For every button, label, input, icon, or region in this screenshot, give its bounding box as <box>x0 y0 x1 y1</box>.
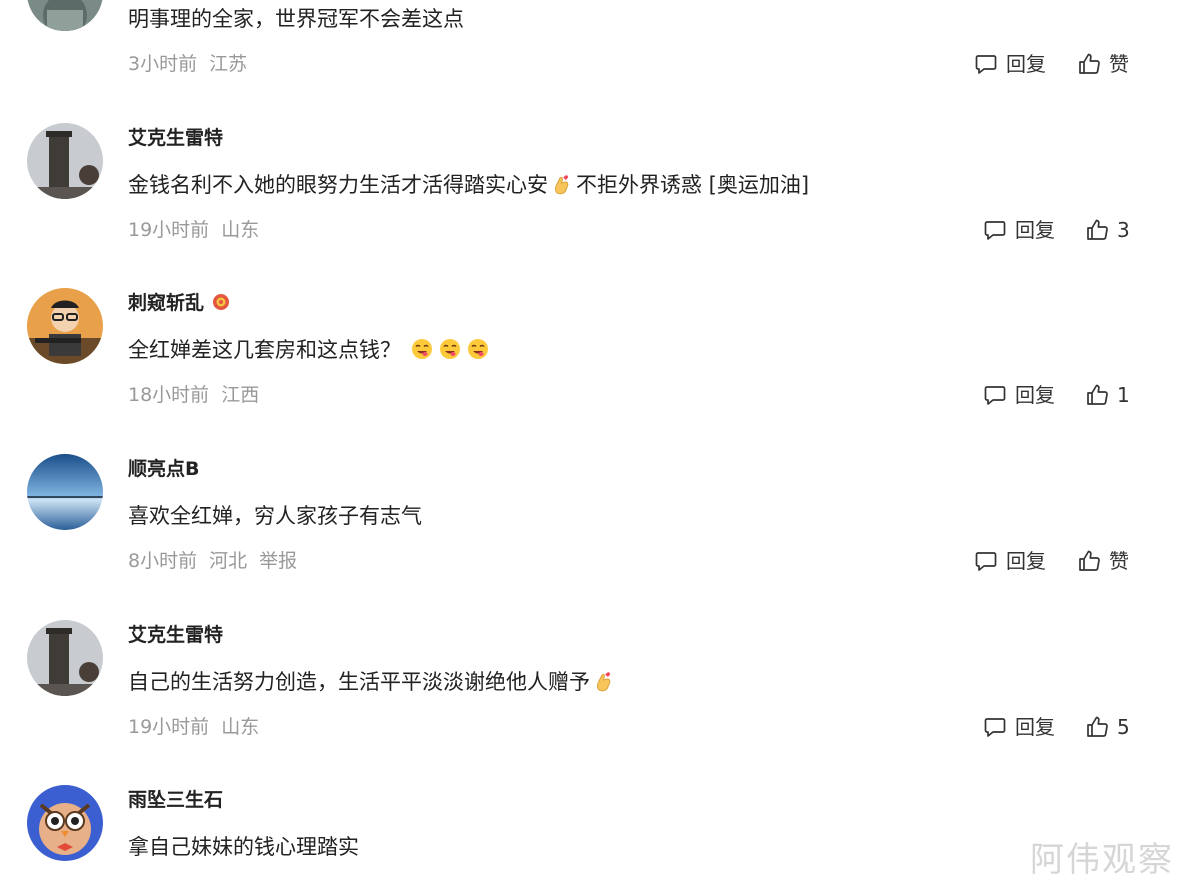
yummy-face-emoji <box>411 339 432 359</box>
like-count: 5 <box>1117 715 1130 739</box>
like-count: 3 <box>1117 218 1130 242</box>
comment-location: 江苏 <box>209 53 248 75</box>
thumbs-up-icon <box>1087 716 1108 737</box>
comment-list: 明事理的全家，世界冠军不会差这点 3小时前 江苏 回复 赞 艾克生雷特 金钱名利不… <box>0 0 1200 879</box>
reply-label: 回复 <box>1015 383 1055 407</box>
comment-text: 明事理的全家，世界冠军不会差这点 <box>128 7 464 31</box>
reply-label: 回复 <box>1015 715 1055 739</box>
comment-text: 金钱名利不入她的眼努力生活才活得踏实心安 不拒外界诱惑 [奥运加油] <box>128 170 809 200</box>
comment-location: 山东 <box>221 716 260 738</box>
watermark: 阿伟观察 <box>1030 840 1174 879</box>
comment-time: 19小时前 <box>128 716 210 738</box>
comment-time: 8小时前 <box>128 550 198 572</box>
comment-bubble-icon <box>984 386 1006 405</box>
finger-heart-emoji <box>555 175 569 195</box>
reply-label: 回复 <box>1015 218 1055 242</box>
username[interactable]: 刺窥斩乱 <box>128 290 230 316</box>
like-button[interactable]: 赞 <box>1077 51 1129 77</box>
comment-text-part: 不拒外界诱惑 [奥运加油] <box>576 173 810 197</box>
yummy-face-emoji <box>467 339 488 359</box>
comment-text-part: 全红婵差这几套房和这点钱？ <box>128 338 401 362</box>
comment-text: 喜欢全红婵，穷人家孩子有志气 <box>128 504 422 528</box>
comment-meta: 19小时前 山东 <box>128 217 271 243</box>
avatar[interactable] <box>27 454 103 530</box>
comment-meta: 19小时前 山东 <box>128 714 271 740</box>
like-button[interactable]: 赞 <box>1077 548 1129 574</box>
comment-location: 河北 <box>209 550 248 572</box>
reply-label: 回复 <box>1006 52 1046 76</box>
like-button[interactable]: 1 <box>1085 382 1130 408</box>
thumbs-up-icon <box>1087 219 1108 240</box>
badge-icon <box>213 294 230 310</box>
comment-text: 自己的生活努力创造，生活平平淡淡谢绝他人赠予 <box>128 667 618 697</box>
thumbs-up-icon <box>1079 550 1100 571</box>
comment-time: 19小时前 <box>128 219 210 241</box>
report-link[interactable]: 举报 <box>259 550 297 572</box>
username[interactable]: 雨坠三生石 <box>128 787 223 813</box>
comment-bubble-icon <box>984 718 1006 737</box>
avatar[interactable] <box>27 0 103 31</box>
comment-time: 3小时前 <box>128 53 198 75</box>
like-label: 赞 <box>1109 549 1129 573</box>
avatar[interactable] <box>27 288 103 364</box>
like-button[interactable]: 5 <box>1085 714 1130 740</box>
reply-button[interactable]: 回复 <box>983 714 1055 740</box>
username[interactable]: 艾克生雷特 <box>128 125 223 151</box>
comment-location: 山东 <box>221 219 260 241</box>
comment-time: 18小时前 <box>128 384 210 406</box>
like-button[interactable]: 3 <box>1085 217 1130 243</box>
thumbs-up-icon <box>1087 384 1108 405</box>
reply-label: 回复 <box>1006 549 1046 573</box>
comment-meta: 3小时前 江苏 <box>128 51 259 77</box>
avatar[interactable] <box>27 123 103 199</box>
username-text: 刺窥斩乱 <box>128 292 205 314</box>
comment-meta: 18小时前 江西 <box>128 382 271 408</box>
like-label: 赞 <box>1109 52 1129 76</box>
like-count: 1 <box>1117 383 1130 407</box>
reply-button[interactable]: 回复 <box>983 382 1055 408</box>
comment-text-part: 金钱名利不入她的眼努力生活才活得踏实心安 <box>128 173 548 197</box>
comment-bubble-icon <box>984 221 1006 240</box>
reply-button[interactable]: 回复 <box>974 548 1046 574</box>
yummy-face-emoji <box>439 339 460 359</box>
reply-button[interactable]: 回复 <box>983 217 1055 243</box>
avatar[interactable] <box>27 620 103 696</box>
finger-heart-emoji <box>597 672 611 692</box>
thumbs-up-icon <box>1079 53 1100 74</box>
comment-text-part: 自己的生活努力创造，生活平平淡淡谢绝他人赠予 <box>128 670 590 694</box>
username[interactable]: 艾克生雷特 <box>128 622 223 648</box>
comment-location: 江西 <box>221 384 260 406</box>
comment-bubble-icon <box>975 552 997 571</box>
reply-button[interactable]: 回复 <box>974 51 1046 77</box>
comment-bubble-icon <box>975 55 997 74</box>
comment-meta: 8小时前 河北 举报 <box>128 548 309 574</box>
avatar[interactable] <box>27 785 103 861</box>
comment-text: 全红婵差这几套房和这点钱？ <box>128 335 492 365</box>
comment-text: 拿自己妹妹的钱心理踏实 <box>128 835 359 859</box>
username[interactable]: 顺亮点B <box>128 456 199 482</box>
